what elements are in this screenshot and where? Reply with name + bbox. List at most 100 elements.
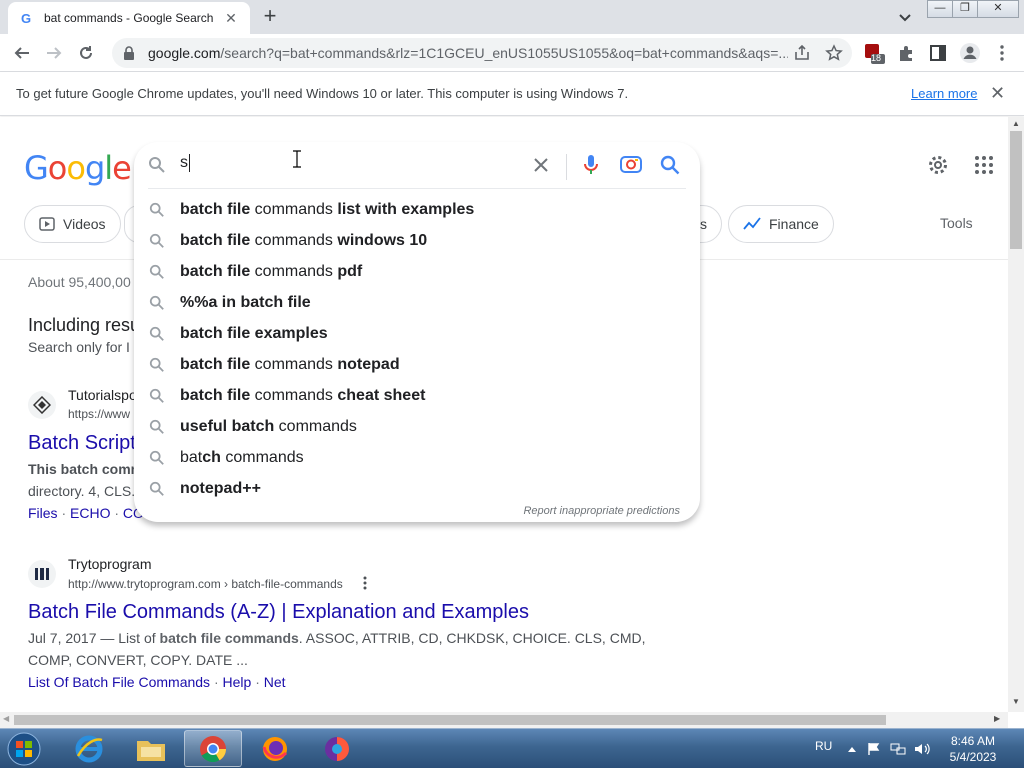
search-box[interactable]: s	[134, 142, 700, 188]
volume-speaker-icon[interactable]	[914, 741, 930, 757]
suggestion-item[interactable]: notepad++	[134, 473, 700, 504]
suggestion-search-icon	[134, 326, 180, 342]
app-swirl-taskbar-icon[interactable]	[308, 730, 366, 767]
chip-finance[interactable]: Finance	[728, 205, 834, 243]
suggestion-item[interactable]: useful batch commands	[134, 411, 700, 442]
internet-explorer-taskbar-icon[interactable]	[60, 730, 118, 767]
suggestion-text-part: batch file	[180, 231, 251, 249]
suggestion-text: %%a in batch file	[180, 294, 311, 312]
result-2-more-icon[interactable]	[362, 575, 370, 591]
suggestion-text-part: %%a in batch file	[180, 293, 311, 311]
suggestion-item[interactable]: batch file commands notepad	[134, 349, 700, 380]
forward-arrow-icon[interactable]	[42, 41, 66, 65]
suggestion-text-part: commands	[250, 262, 338, 280]
result-1-title-link[interactable]: Batch Script	[28, 432, 136, 455]
horizontal-scroll-thumb[interactable]	[14, 715, 886, 725]
suggestion-search-icon	[134, 357, 180, 373]
result-1-site-name: Tutorialspo	[68, 387, 137, 403]
show-hidden-icons-arrow-icon[interactable]	[844, 741, 860, 757]
infobar-message: To get future Google Chrome updates, you…	[16, 86, 629, 101]
new-tab-button[interactable]: +	[258, 4, 282, 28]
settings-gear-icon[interactable]	[926, 153, 950, 177]
result-1-snippet-line2: directory. 4, CLS.	[28, 483, 136, 499]
sublink-help[interactable]: Help	[223, 674, 252, 690]
url-text[interactable]: google.com/search?q=bat+commands&rlz=1C1…	[148, 45, 788, 61]
suggestion-text-part: ch	[202, 448, 221, 466]
input-language-indicator[interactable]: RU	[815, 739, 832, 753]
sublink-net[interactable]: Net	[264, 674, 286, 690]
action-center-flag-icon[interactable]	[866, 741, 882, 757]
search-suggestions-dropdown: s batch file commands list with examples…	[134, 142, 700, 522]
suggestion-item[interactable]: batch file commands pdf	[134, 256, 700, 287]
search-icon	[148, 156, 166, 174]
system-clock[interactable]: 8:46 AM 5/4/2023	[937, 733, 1009, 765]
chip-videos[interactable]: Videos	[24, 205, 121, 243]
horizontal-scrollbar[interactable]: ◀ ▶	[0, 712, 1008, 728]
search-input[interactable]: s	[180, 154, 190, 172]
suggestion-text: notepad++	[180, 480, 261, 498]
google-apps-grid-icon[interactable]	[972, 153, 996, 177]
scroll-left-arrow-icon[interactable]: ◀	[3, 714, 9, 723]
scroll-down-arrow-icon[interactable]: ▼	[1012, 697, 1020, 706]
suggestion-item[interactable]: batch file examples	[134, 318, 700, 349]
trytoprogram-site-icon	[28, 560, 56, 588]
share-icon[interactable]	[790, 41, 814, 65]
suggestion-text-part: list with examples	[337, 200, 475, 218]
reload-icon[interactable]	[74, 41, 98, 65]
vertical-scrollbar[interactable]: ▲ ▼	[1008, 117, 1024, 712]
network-icon[interactable]	[890, 741, 906, 757]
chrome-taskbar-icon[interactable]	[184, 730, 242, 767]
firefox-taskbar-icon[interactable]	[246, 730, 304, 767]
close-window-button[interactable]: ✕	[977, 0, 1019, 18]
suggestion-item[interactable]: batch commands	[134, 442, 700, 473]
result-2-title-link[interactable]: Batch File Commands (A-Z) | Explanation …	[28, 601, 529, 624]
suggestion-item[interactable]: %%a in batch file	[134, 287, 700, 318]
back-arrow-icon[interactable]	[10, 41, 34, 65]
scroll-up-arrow-icon[interactable]: ▲	[1012, 119, 1020, 128]
suggestion-text-part: commands	[250, 231, 338, 249]
maximize-button[interactable]: ❐	[952, 0, 978, 18]
tab-search-chevron-icon[interactable]	[896, 8, 914, 26]
google-logo-letter: g	[84, 149, 105, 187]
voice-search-mic-icon[interactable]	[583, 154, 599, 176]
tools-button[interactable]: Tools	[940, 215, 973, 231]
chrome-menu-icon[interactable]	[990, 41, 1014, 65]
clear-search-icon[interactable]	[532, 156, 550, 174]
google-logo-letter: o	[47, 149, 68, 187]
sublink-files[interactable]: Files	[28, 505, 58, 521]
suggestion-text-part: pdf	[337, 262, 363, 280]
browser-tab[interactable]: G bat commands - Google Search ✕	[8, 2, 250, 34]
separator-dot: ·	[255, 674, 264, 690]
search-submit-icon[interactable]	[660, 155, 680, 175]
vertical-scroll-thumb[interactable]	[1010, 131, 1022, 249]
bookmark-star-icon[interactable]	[822, 41, 846, 65]
file-explorer-taskbar-icon[interactable]	[122, 730, 180, 767]
suggestion-item[interactable]: batch file commands list with examples	[134, 194, 700, 225]
search-only-for-text[interactable]: Search only for I	[28, 339, 130, 355]
suggestion-item[interactable]: batch file commands cheat sheet	[134, 380, 700, 411]
minimize-button[interactable]: —	[927, 0, 953, 18]
google-logo[interactable]: Google	[24, 149, 132, 187]
suggestion-text-part: batch file	[180, 355, 251, 373]
learn-more-link[interactable]: Learn more	[911, 86, 977, 101]
report-predictions-link[interactable]: Report inappropriate predictions	[134, 505, 680, 517]
suggestion-text-part: commands	[250, 386, 338, 404]
google-lens-camera-icon[interactable]	[620, 154, 642, 174]
infobar-close-icon[interactable]: ✕	[990, 83, 1005, 104]
lock-icon[interactable]	[120, 46, 138, 60]
start-button[interactable]	[4, 731, 44, 767]
extension-badge-icon[interactable]: 18	[862, 41, 886, 65]
sublink-list-of-commands[interactable]: List Of Batch File Commands	[28, 674, 210, 690]
suggestion-text-part: useful batch	[180, 417, 275, 435]
scroll-right-arrow-icon[interactable]: ▶	[994, 714, 1000, 723]
side-panel-icon[interactable]	[926, 41, 950, 65]
extensions-puzzle-icon[interactable]	[894, 41, 918, 65]
profile-avatar-icon[interactable]	[958, 41, 982, 65]
address-bar[interactable]: google.com/search?q=bat+commands&rlz=1C1…	[112, 38, 852, 68]
sublink-echo[interactable]: ECHO	[70, 505, 110, 521]
suggestion-text: batch file commands pdf	[180, 263, 362, 281]
suggestion-item[interactable]: batch file commands windows 10	[134, 225, 700, 256]
search-results-page: Google Videos s Finance Tools About 95,4…	[0, 117, 1008, 712]
suggestion-search-icon	[134, 295, 180, 311]
tab-close-icon[interactable]: ✕	[222, 10, 240, 27]
